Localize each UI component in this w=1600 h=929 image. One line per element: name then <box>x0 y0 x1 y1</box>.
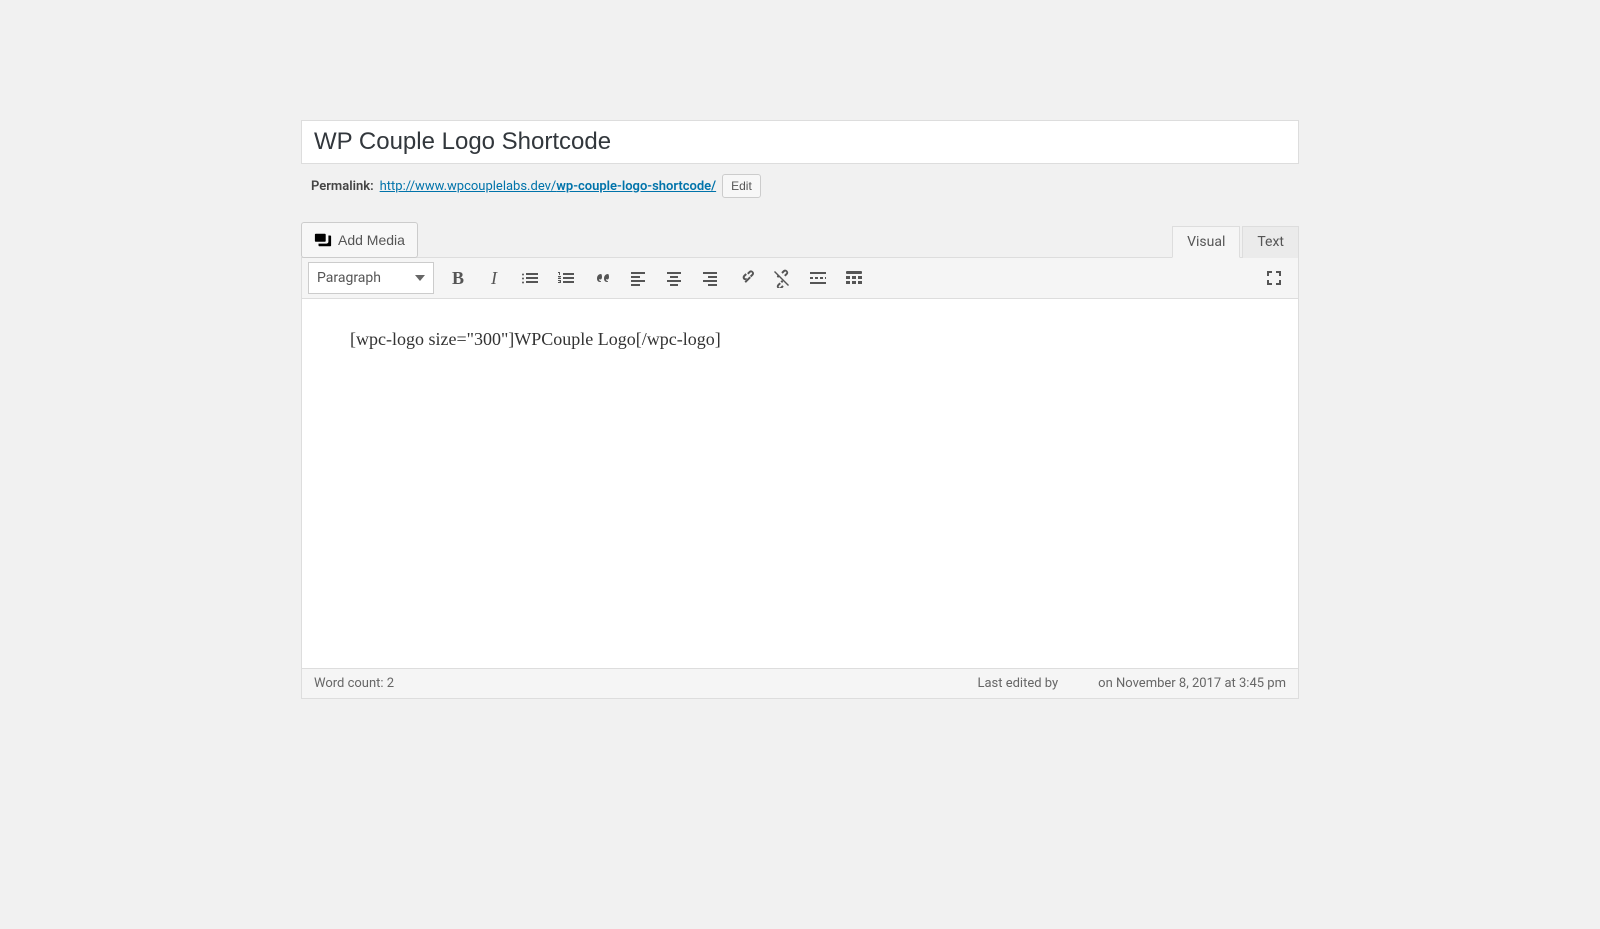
add-media-label: Add Media <box>338 232 405 248</box>
quote-icon <box>592 268 612 288</box>
permalink-slug: wp-couple-logo-shortcode/ <box>556 179 716 194</box>
format-select[interactable]: Paragraph <box>308 262 434 294</box>
align-right-button[interactable] <box>692 262 728 294</box>
format-selected-label: Paragraph <box>317 270 381 286</box>
editor-toolbar: Paragraph B I <box>301 257 1299 299</box>
permalink-label: Permalink: <box>311 179 374 194</box>
editor-content[interactable]: [wpc-logo size="300"]WPCouple Logo[/wpc-… <box>301 299 1299 669</box>
numbered-list-icon <box>556 268 576 288</box>
tab-text[interactable]: Text <box>1242 226 1299 258</box>
editor-tabs: Visual Text <box>1170 226 1299 258</box>
permalink-row: Permalink: http://www.wpcouplelabs.dev/w… <box>301 164 1299 208</box>
unlink-icon <box>772 268 792 288</box>
add-media-button[interactable]: Add Media <box>301 222 418 258</box>
editor-status-bar: Word count: 2 Last edited by on November… <box>301 669 1299 699</box>
post-title-input[interactable] <box>301 120 1299 164</box>
bullet-list-icon <box>520 268 540 288</box>
permalink-link[interactable]: http://www.wpcouplelabs.dev/wp-couple-lo… <box>380 179 716 194</box>
last-edited-by: Last edited by <box>977 676 1058 691</box>
chevron-down-icon <box>415 275 425 281</box>
fullscreen-icon <box>1264 268 1284 288</box>
post-editor: Permalink: http://www.wpcouplelabs.dev/w… <box>301 120 1299 699</box>
align-center-icon <box>664 268 684 288</box>
fullscreen-button[interactable] <box>1256 262 1292 294</box>
bold-button[interactable]: B <box>440 262 476 294</box>
media-icon <box>314 231 332 249</box>
word-count: Word count: 2 <box>314 676 394 691</box>
bullet-list-button[interactable] <box>512 262 548 294</box>
last-edited-on: on November 8, 2017 at 3:45 pm <box>1098 676 1286 691</box>
toolbar-toggle-icon <box>844 268 864 288</box>
permalink-base: http://www.wpcouplelabs.dev/ <box>380 179 557 194</box>
edit-permalink-button[interactable]: Edit <box>722 174 761 198</box>
read-more-icon <box>808 268 828 288</box>
link-button[interactable] <box>728 262 764 294</box>
unlink-button[interactable] <box>764 262 800 294</box>
italic-button[interactable]: I <box>476 262 512 294</box>
align-left-button[interactable] <box>620 262 656 294</box>
align-center-button[interactable] <box>656 262 692 294</box>
align-right-icon <box>700 268 720 288</box>
blockquote-button[interactable] <box>584 262 620 294</box>
read-more-button[interactable] <box>800 262 836 294</box>
media-tab-row: Add Media Visual Text <box>301 222 1299 258</box>
tab-visual[interactable]: Visual <box>1172 226 1240 258</box>
bold-icon: B <box>452 268 464 289</box>
italic-icon: I <box>491 268 497 289</box>
numbered-list-button[interactable] <box>548 262 584 294</box>
link-icon <box>736 268 756 288</box>
toolbar-toggle-button[interactable] <box>836 262 872 294</box>
align-left-icon <box>628 268 648 288</box>
